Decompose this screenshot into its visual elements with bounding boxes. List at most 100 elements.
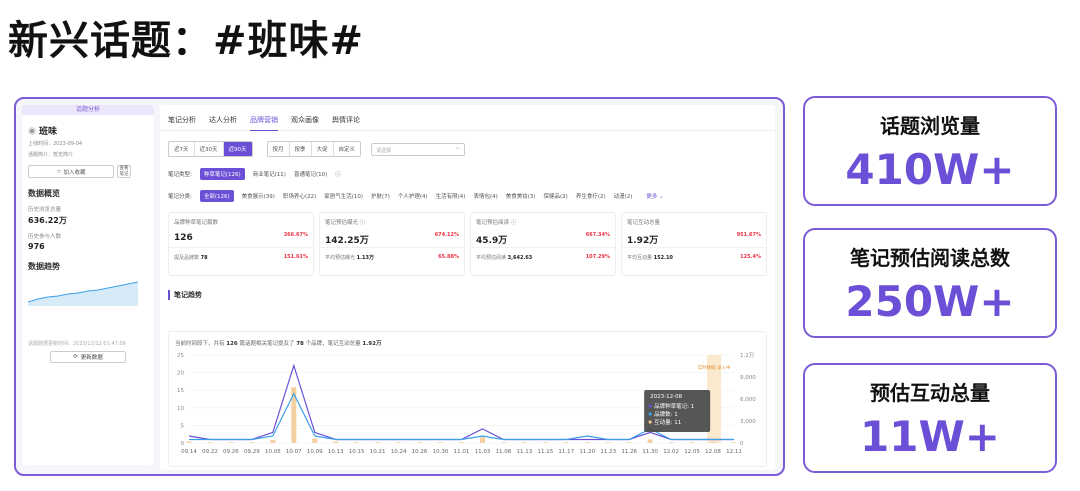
y-tick-left: 20 — [177, 371, 184, 377]
help-icon[interactable]: ⓘ — [335, 170, 341, 178]
x-tick-label: 11.30 — [642, 449, 658, 455]
y-tick-left: 15 — [177, 388, 184, 394]
stat-label: 预估互动总量 — [870, 381, 990, 405]
range-7d[interactable]: 近7天 — [169, 142, 195, 156]
x-tick-label: 11.03 — [475, 449, 491, 455]
bar-interactions — [291, 387, 297, 443]
metric-change: 674.12% — [434, 232, 459, 238]
trend-chart-panel: 当前时间段下，共有 126 篇话题相关笔记提及了 78 个品牌，笔记互动总量 1… — [168, 331, 767, 467]
tab-influencers[interactable]: 达人分析 — [209, 115, 237, 131]
bar-interactions — [228, 442, 234, 443]
category-option[interactable]: 护肤(7) — [371, 192, 390, 200]
bar-interactions — [668, 442, 674, 443]
bar-interactions — [396, 442, 402, 443]
x-tick-label: 11.20 — [579, 449, 595, 455]
category-option[interactable]: 全部(126) — [199, 190, 234, 202]
metric-card: 笔记预估曝光 ⓘ 142.25万 674.12% 平均预估曝光 1.13万 65… — [319, 212, 465, 276]
category-option[interactable]: 保健品(2) — [544, 192, 568, 200]
topic-name-text: 班味 — [39, 127, 58, 137]
metric-sub: 平均预估曝光 1.13万 — [325, 254, 374, 261]
category-option[interactable]: 生活有限(4) — [436, 192, 466, 200]
x-tick-label: 09.26 — [223, 449, 239, 455]
add-favorite-button[interactable]: ☆ 加入收藏 — [28, 165, 114, 178]
tab-audience[interactable]: 观众画像 — [291, 115, 319, 131]
x-tick-label: 12.11 — [726, 449, 742, 455]
participants-value: 976 — [28, 242, 45, 251]
range-90d[interactable]: 近90天 — [223, 142, 252, 156]
metric-title: 品牌种草笔记篇数 — [174, 220, 219, 226]
range-30d[interactable]: 近30天 — [195, 142, 224, 156]
x-tick-label: 10.30 — [433, 449, 449, 455]
sparkline — [27, 281, 139, 306]
category-option[interactable]: 美食美妆(3) — [506, 192, 536, 200]
metric-sub-change: 65.88% — [438, 254, 459, 260]
bar-interactions — [710, 442, 716, 443]
tooltip-dot — [648, 412, 652, 416]
more-categories-link[interactable]: 更多 ⌄ — [646, 192, 663, 200]
bar-interactions — [312, 438, 318, 443]
x-tick-label: 11.13 — [517, 449, 533, 455]
metric-sub-label: 平均预估曝光 — [325, 255, 356, 261]
metric-title: 笔记预估阅读 ⓘ — [476, 220, 517, 226]
period-promo[interactable]: 大促 — [312, 142, 334, 156]
note-type-seeding[interactable]: 种草笔记(126) — [199, 168, 245, 180]
views-value: 636.22万 — [28, 216, 67, 225]
period-month[interactable]: 按月 — [268, 142, 290, 156]
metric-sub-label: 平均预估阅读 — [476, 255, 507, 261]
trend-title: 数据趋势 — [28, 262, 60, 271]
x-tick-label: 11.15 — [537, 449, 553, 455]
tab-brand-marketing[interactable]: 品牌营销 — [250, 115, 278, 131]
bar-interactions — [375, 442, 381, 443]
x-tick-label: 11.01 — [454, 449, 470, 455]
period-select[interactable]: 请选择 — [371, 142, 466, 156]
metric-change: 951.67% — [736, 232, 761, 238]
x-tick-label: 09.14 — [181, 449, 197, 455]
refresh-label: 更新数据 — [80, 355, 103, 361]
x-tick-label: 10.26 — [412, 449, 428, 455]
stat-card-est-interactions: 预估互动总量 11W+ — [803, 363, 1057, 473]
x-tick-label: 10.09 — [307, 449, 323, 455]
note-type-commercial[interactable]: 商业笔记(11) — [253, 170, 286, 178]
metric-sub-change: 151.61% — [283, 254, 308, 260]
category-option[interactable]: 美食展示(39) — [242, 192, 275, 200]
x-tick-label: 10.24 — [391, 449, 407, 455]
tooltip-dot — [648, 404, 652, 408]
metric-title: 笔记互动总量 — [627, 220, 661, 226]
stat-value: 250W+ — [845, 277, 1015, 326]
tab-notes[interactable]: 笔记分析 — [168, 115, 196, 131]
metric-sub-value: 152.10 — [653, 255, 673, 261]
views-label: 历史浏览总量 — [28, 207, 62, 213]
period-custom[interactable]: 自定义 — [334, 142, 361, 156]
category-option[interactable]: 家居气生活(10) — [324, 192, 363, 200]
y-tick-left: 0 — [181, 441, 185, 447]
x-tick-label: 11.26 — [621, 449, 637, 455]
tooltip-line: 品牌种草笔记: 1 — [654, 402, 694, 410]
bar-interactions — [521, 442, 527, 443]
category-option[interactable]: 表情包(4) — [473, 192, 497, 200]
tooltip-date: 2023-12-08 — [650, 394, 682, 400]
topic-sidebar: 话题分析 班味 上线时间：2023-09-04 话题简介：暂无简介 ☆ 加入收藏… — [22, 105, 154, 465]
bar-interactions — [689, 442, 695, 443]
trend-chart[interactable]: 25 20 15 10 5 0 1.2万 9,000 6,000 3,000 0 实时数据 录入中 09… — [169, 347, 766, 463]
x-tick-label: 12.02 — [663, 449, 679, 455]
view-notes-button[interactable]: 查看 笔记 — [117, 165, 131, 178]
screenshot-frame: 话题分析 班味 上线时间：2023-09-04 话题简介：暂无简介 ☆ 加入收藏… — [14, 97, 785, 476]
bar-interactions — [479, 437, 485, 443]
metric-change: 366.67% — [283, 232, 308, 238]
tab-comments[interactable]: 舆情评论 — [332, 115, 360, 131]
bar-interactions — [333, 441, 339, 443]
metric-sub: 平均互动量 152.10 — [627, 254, 673, 261]
category-option[interactable]: 养生食疗(2) — [576, 192, 606, 200]
x-tick-label: 11.23 — [600, 449, 616, 455]
star-icon: ☆ — [56, 168, 62, 175]
period-quarter[interactable]: 按季 — [290, 142, 312, 156]
stat-value: 410W+ — [845, 145, 1015, 194]
metric-cards: 品牌种草笔记篇数 126 366.67% 提及品牌数 78 151.61% 笔记… — [160, 202, 775, 276]
category-option[interactable]: 动漫(2) — [614, 192, 633, 200]
x-tick-label: 12.05 — [684, 449, 700, 455]
bar-interactions — [731, 442, 737, 443]
refresh-button[interactable]: ⟳ 更新数据 — [50, 351, 126, 363]
note-type-normal[interactable]: 普通笔记(10) — [294, 170, 327, 178]
category-option[interactable]: 职场养心(22) — [283, 192, 316, 200]
category-option[interactable]: 个人护理(4) — [398, 192, 428, 200]
